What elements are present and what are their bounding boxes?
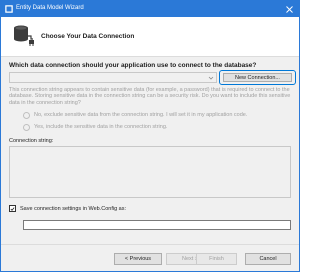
save-settings-row[interactable]: Save connection settings in Web.Config a… [9,205,126,212]
radio-exclude-label: No, exclude sensitive data from the conn… [34,112,248,118]
radio-button[interactable] [23,111,30,119]
cancel-button[interactable]: Cancel [245,253,291,265]
config-name-input[interactable] [23,220,291,230]
close-button[interactable] [280,1,299,17]
radio-exclude-sensitive[interactable]: No, exclude sensitive data from the conn… [23,111,247,119]
wizard-footer: < Previous Next > Finish Cancel [1,244,299,271]
app-icon [5,5,13,13]
connection-question: Which data connection should your applic… [9,62,257,69]
new-connection-button[interactable]: New Connection... [223,73,292,82]
sensitive-data-warning: This connection string appears to contai… [9,87,291,106]
window-title: Entity Data Model Wizard [16,5,84,11]
connection-string-label: Connection string: [9,138,54,144]
save-settings-label: Save connection settings in Web.Config a… [20,205,126,212]
page-title: Choose Your Data Connection [41,33,135,40]
radio-button[interactable] [23,123,30,131]
chevron-down-icon [208,76,214,80]
connection-dropdown[interactable] [9,72,217,83]
previous-button[interactable]: < Previous [114,253,162,265]
radio-include-sensitive[interactable]: Yes, include the sensitive data in the c… [23,123,167,131]
wizard-window: Entity Data Model Wizard Choose Your Dat… [0,0,300,272]
save-settings-checkbox[interactable] [9,205,16,212]
title-bar[interactable]: Entity Data Model Wizard [1,1,299,17]
checkmark-icon [10,206,15,211]
connection-string-field[interactable] [9,146,291,198]
database-plug-icon [14,25,34,46]
wizard-body: Which data connection should your applic… [1,57,299,244]
finish-button[interactable]: Finish [196,253,237,265]
new-connection-focus-ring: New Connection... [219,70,296,85]
close-icon [286,5,293,13]
radio-include-label: Yes, include the sensitive data in the c… [34,124,168,130]
wizard-header: Choose Your Data Connection [1,17,299,57]
